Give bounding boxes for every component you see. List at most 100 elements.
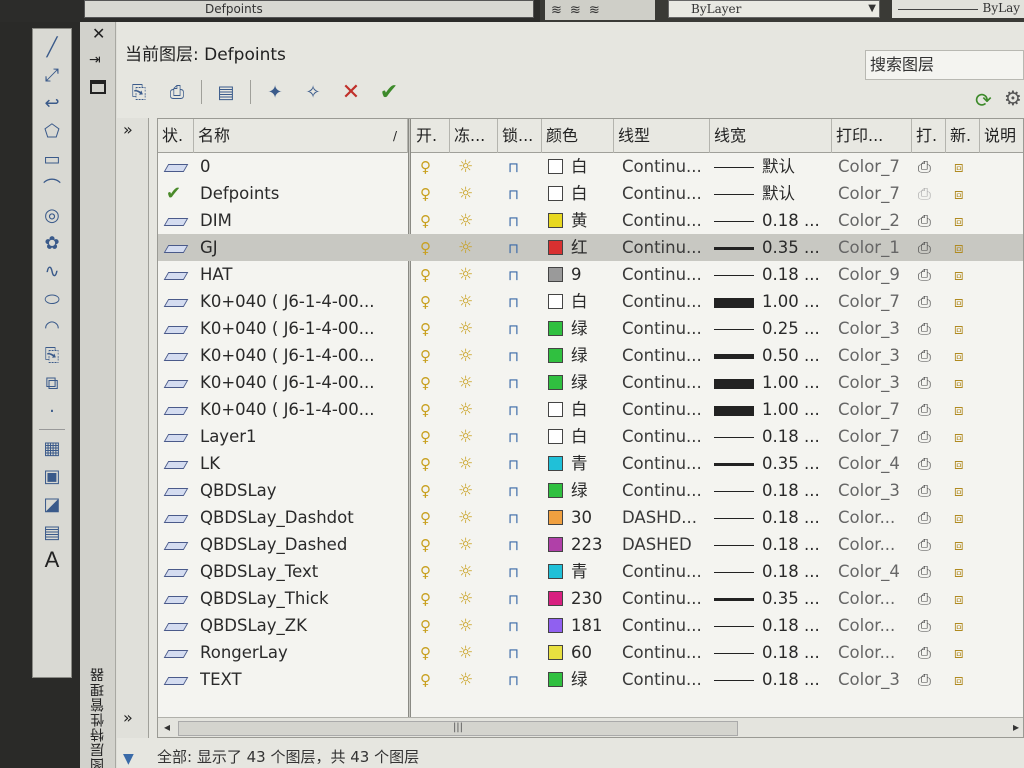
layer-status-cell[interactable] [162, 207, 192, 234]
circle-icon[interactable]: ◎ [37, 201, 67, 229]
layer-linetype-cell[interactable]: Continu... [622, 450, 708, 477]
layer-color-cell[interactable]: 181 [548, 612, 612, 639]
layer-lineweight-cell[interactable]: 默认 [714, 180, 834, 207]
hatch-icon[interactable]: ▦ [37, 434, 67, 462]
layer-linetype-cell[interactable]: Continu... [622, 666, 708, 693]
gradient-icon[interactable]: ▣ [37, 462, 67, 490]
layer-name[interactable]: LK [200, 450, 405, 477]
layer-name[interactable]: K0+040 ( J6-1-4-00... [200, 288, 405, 315]
layer-plot-toggle[interactable]: ⎙ [918, 396, 946, 423]
rectangle-icon[interactable]: ▭ [37, 145, 67, 173]
layer-linetype-cell[interactable]: Continu... [622, 612, 708, 639]
layer-name[interactable]: GJ [200, 234, 405, 261]
col-lock[interactable]: 锁... [498, 119, 542, 153]
insert-block-icon[interactable]: ⎘ [37, 341, 67, 369]
layer-linetype-cell[interactable]: Continu... [622, 558, 708, 585]
layer-linetype-cell[interactable]: Continu... [622, 423, 708, 450]
expand-filter-bottom-icon[interactable]: » [123, 708, 133, 727]
table-row[interactable]: QBDSLay_Dashed ♀ ☼ ⊓ 223 DASHED 0.18 ... Color.… [158, 531, 1023, 558]
layer-linetype-cell[interactable]: Continu... [622, 315, 708, 342]
layer-status-cell[interactable] [162, 369, 192, 396]
layer-plotstyle-cell[interactable]: Color... [838, 639, 908, 666]
layer-lock-toggle[interactable]: ⊓ [508, 585, 538, 612]
layer-freeze-toggle[interactable]: ☼ [458, 666, 498, 693]
layer-linetype-cell[interactable]: DASHD... [622, 504, 708, 531]
layer-color-cell[interactable]: 红 [548, 234, 612, 261]
layer-color-cell[interactable]: 230 [548, 585, 612, 612]
layer-plot-toggle[interactable]: ⎙ [918, 585, 946, 612]
layer-color-cell[interactable]: 白 [548, 180, 612, 207]
layer-status-cell[interactable] [162, 477, 192, 504]
layer-plot-toggle[interactable]: ⎙ [918, 180, 946, 207]
layer-name[interactable]: K0+040 ( J6-1-4-00... [200, 342, 405, 369]
layer-lock-toggle[interactable]: ⊓ [508, 504, 538, 531]
scroll-left-icon[interactable]: ◂ [164, 720, 170, 734]
layer-name[interactable]: DIM [200, 207, 405, 234]
layer-status-cell[interactable] [162, 288, 192, 315]
layer-freeze-toggle[interactable]: ☼ [458, 153, 498, 180]
layer-status-cell[interactable]: ✔ [162, 180, 192, 207]
layer-newvp-toggle[interactable]: ⧈ [954, 207, 982, 234]
layer-color-cell[interactable]: 青 [548, 450, 612, 477]
layer-plotstyle-cell[interactable]: Color_7 [838, 153, 908, 180]
layer-on-toggle[interactable]: ♀ [420, 396, 450, 423]
layer-freeze-toggle[interactable]: ☼ [458, 342, 498, 369]
table-row[interactable]: HAT ♀ ☼ ⊓ 9 Continu... 0.18 ... Color_9 ⎙ ⧈ [158, 261, 1023, 288]
table-row[interactable]: ✔ Defpoints ♀ ☼ ⊓ 白 Continu... 默认 Color_7 ⎙ ⧈ [158, 180, 1023, 207]
layer-name[interactable]: TEXT [200, 666, 405, 693]
layer-linetype-cell[interactable]: Continu... [622, 288, 708, 315]
set-current-icon[interactable]: ✔ [375, 78, 403, 106]
layer-freeze-toggle[interactable]: ☼ [458, 531, 498, 558]
layer-plotstyle-cell[interactable]: Color_7 [838, 288, 908, 315]
layer-on-toggle[interactable]: ♀ [420, 477, 450, 504]
layer-on-toggle[interactable]: ♀ [420, 207, 450, 234]
col-lineweight[interactable]: 线宽 [710, 119, 832, 153]
layer-plotstyle-cell[interactable]: Color_2 [838, 207, 908, 234]
layer-freeze-toggle[interactable]: ☼ [458, 207, 498, 234]
layer-status-cell[interactable] [162, 612, 192, 639]
layer-lineweight-cell[interactable]: 0.18 ... [714, 612, 834, 639]
layer-lock-toggle[interactable]: ⊓ [508, 531, 538, 558]
col-linetype[interactable]: 线型 [614, 119, 710, 153]
layer-name[interactable]: K0+040 ( J6-1-4-00... [200, 369, 405, 396]
scroll-right-icon[interactable]: ▸ [1013, 720, 1019, 734]
layer-plot-toggle[interactable]: ⎙ [918, 504, 946, 531]
table-row[interactable]: K0+040 ( J6-1-4-00... ♀ ☼ ⊓ 绿 Continu... 1.00 … [158, 369, 1023, 396]
layer-newvp-toggle[interactable]: ⧈ [954, 639, 982, 666]
layer-plot-toggle[interactable]: ⎙ [918, 666, 946, 693]
layer-newvp-toggle[interactable]: ⧈ [954, 558, 982, 585]
layer-linetype-cell[interactable]: DASHED [622, 531, 708, 558]
layer-lock-toggle[interactable]: ⊓ [508, 450, 538, 477]
layer-color-cell[interactable]: 青 [548, 558, 612, 585]
layer-lock-toggle[interactable]: ⊓ [508, 666, 538, 693]
layer-freeze-toggle[interactable]: ☼ [458, 288, 498, 315]
layer-on-toggle[interactable]: ♀ [420, 612, 450, 639]
layer-freeze-toggle[interactable]: ☼ [458, 612, 498, 639]
layer-lineweight-cell[interactable]: 0.18 ... [714, 558, 834, 585]
new-layer-icon[interactable]: ✦ [261, 78, 289, 106]
layer-on-toggle[interactable]: ♀ [420, 423, 450, 450]
layer-color-cell[interactable]: 绿 [548, 369, 612, 396]
layer-plot-toggle[interactable]: ⎙ [918, 531, 946, 558]
layer-lock-toggle[interactable]: ⊓ [508, 612, 538, 639]
layer-lock-toggle[interactable]: ⊓ [508, 639, 538, 666]
layer-color-cell[interactable]: 白 [548, 423, 612, 450]
layer-name[interactable]: QBDSLay_Dashed [200, 531, 405, 558]
layer-status-cell[interactable] [162, 639, 192, 666]
layer-newvp-toggle[interactable]: ⧈ [954, 531, 982, 558]
layer-lock-toggle[interactable]: ⊓ [508, 207, 538, 234]
layer-lock-toggle[interactable]: ⊓ [508, 396, 538, 423]
layer-status-cell[interactable] [162, 342, 192, 369]
layer-status-cell[interactable] [162, 315, 192, 342]
layer-on-toggle[interactable]: ♀ [420, 261, 450, 288]
layer-newvp-toggle[interactable]: ⧈ [954, 396, 982, 423]
layer-linetype-cell[interactable]: Continu... [622, 207, 708, 234]
layer-lineweight-cell[interactable]: 1.00 ... [714, 369, 834, 396]
layer-lock-toggle[interactable]: ⊓ [508, 558, 538, 585]
layer-freeze-toggle[interactable]: ☼ [458, 234, 498, 261]
auto-hide-icon[interactable]: ⇥ [89, 52, 101, 68]
table-row[interactable]: QBDSLay_Text ♀ ☼ ⊓ 青 Continu... 0.18 ... Color_… [158, 558, 1023, 585]
layer-plotstyle-cell[interactable]: Color_3 [838, 666, 908, 693]
layer-freeze-toggle[interactable]: ☼ [458, 396, 498, 423]
table-row[interactable]: QBDSLay_Thick ♀ ☼ ⊓ 230 Continu... 0.35 ... Col… [158, 585, 1023, 612]
